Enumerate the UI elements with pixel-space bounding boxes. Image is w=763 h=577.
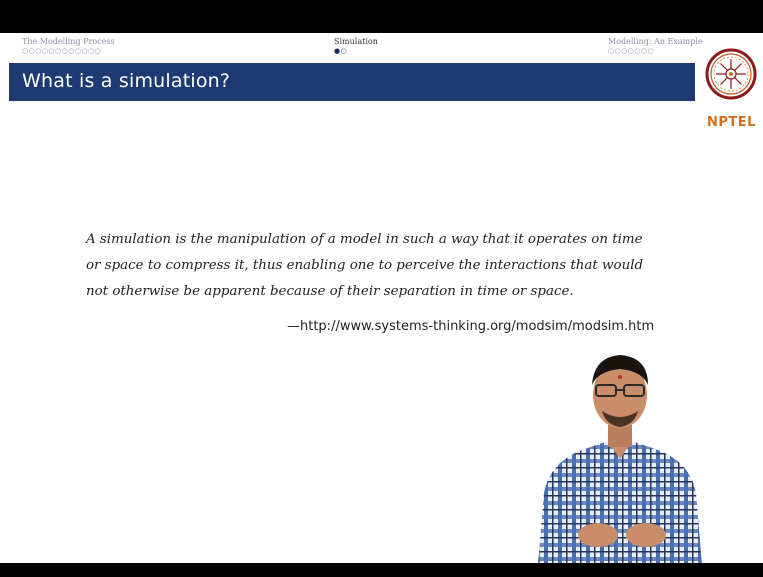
presenter-video-overlay <box>538 355 702 563</box>
nav-section-modelling-process[interactable]: The Modelling Process ○○○○○○○○○○○○ <box>22 37 115 55</box>
slide-title-bar: What is a simulation? <box>9 63 695 101</box>
definition-quote: A simulation is the manipulation of a mo… <box>86 232 644 299</box>
quote-attribution: —http://www.systems-thinking.org/modsim/… <box>287 319 655 334</box>
nav-section-modelling-example[interactable]: Modelling: An Example ○○○○○○○ <box>608 37 703 55</box>
nav-section-title: The Modelling Process <box>22 37 115 46</box>
slide-title: What is a simulation? <box>22 70 231 92</box>
nptel-logo-text: NPTEL <box>707 115 756 130</box>
slide-frame: The Modelling Process ○○○○○○○○○○○○ Simul… <box>0 33 763 563</box>
nav-section-title: Simulation <box>334 37 378 46</box>
nav-progress-dots[interactable]: ●○ <box>334 47 378 55</box>
nav-section-title: Modelling: An Example <box>608 37 703 46</box>
nav-progress-dots[interactable]: ○○○○○○○○○○○○ <box>22 47 115 55</box>
nav-section-simulation[interactable]: Simulation ●○ <box>334 37 378 55</box>
nav-progress-dots[interactable]: ○○○○○○○ <box>608 47 703 55</box>
nptel-logo-icon <box>705 48 757 100</box>
section-navigation: The Modelling Process ○○○○○○○○○○○○ Simul… <box>0 33 703 63</box>
